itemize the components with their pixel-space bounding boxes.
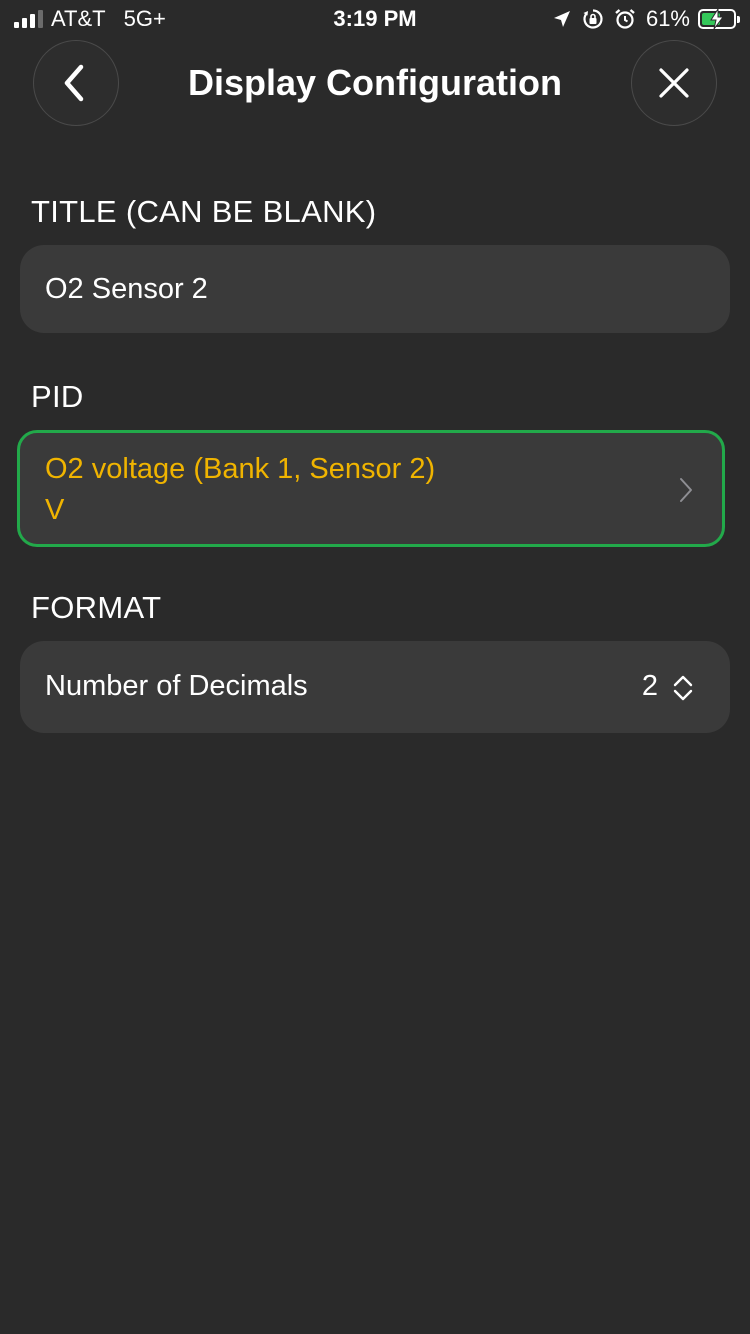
status-bar: AT&T 5G+ 3:19 PM 61% [0, 0, 750, 40]
format-section-label: FORMAT [31, 590, 162, 625]
status-bar-right: 61% [552, 6, 740, 32]
battery-charging-icon [698, 9, 740, 29]
close-icon [659, 68, 689, 98]
title-section-label: TITLE (CAN BE BLANK) [31, 194, 377, 229]
pid-section-label: PID [31, 379, 84, 414]
title-input[interactable] [45, 245, 705, 333]
pid-name: O2 voltage (Bank 1, Sensor 2) [45, 453, 436, 485]
chevron-right-icon [680, 478, 692, 502]
up-down-chevron-icon[interactable] [672, 674, 694, 702]
alarm-icon [614, 8, 636, 30]
decimals-row[interactable]: Number of Decimals 2 [20, 641, 730, 733]
battery-percent: 61% [645, 6, 690, 31]
chevron-left-icon [64, 64, 84, 102]
close-button[interactable] [631, 40, 717, 126]
location-arrow-icon [552, 9, 572, 29]
pid-selector[interactable]: O2 voltage (Bank 1, Sensor 2) V [17, 430, 725, 547]
decimals-label: Number of Decimals [45, 670, 308, 702]
title-field-card [20, 245, 730, 333]
decimals-value: 2 [641, 670, 658, 702]
header: Display Configuration [0, 40, 750, 130]
page-title: Display Configuration [187, 62, 562, 103]
pid-unit: V [45, 494, 65, 526]
back-button[interactable] [33, 40, 119, 126]
orientation-lock-icon [582, 8, 604, 30]
